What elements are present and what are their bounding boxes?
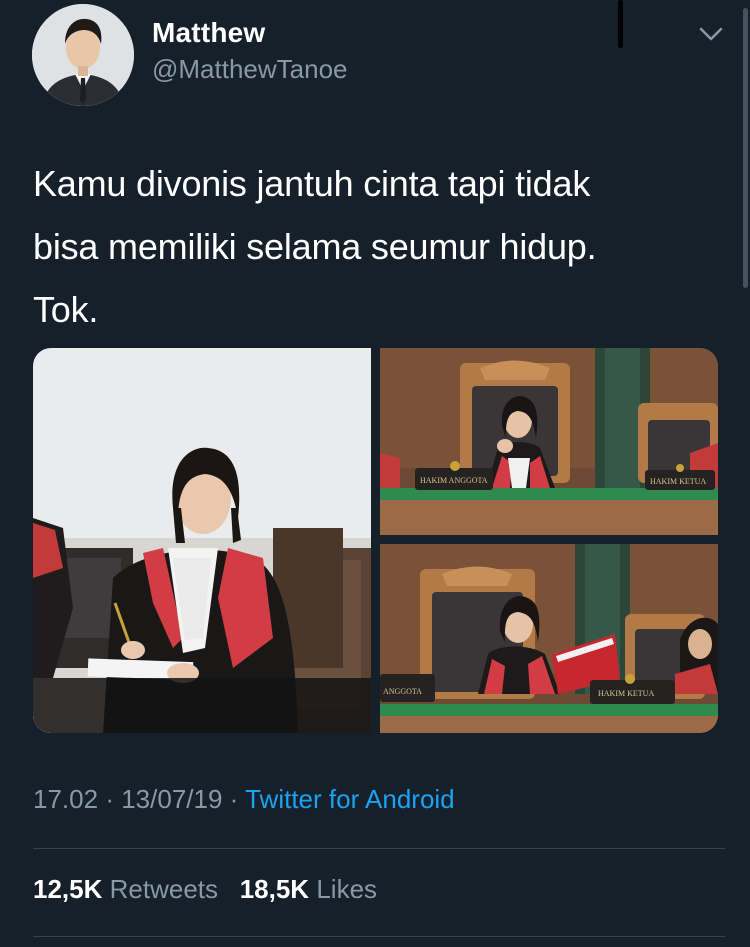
scrollbar[interactable] (743, 8, 748, 288)
plaque-anggota: ANGGOTA (383, 687, 422, 696)
tweet-meta: 17.02 · 13/07/19 · Twitter for Android (33, 784, 455, 815)
plaque-hakim-anggota: HAKIM ANGGOTA (420, 476, 488, 485)
photo-judges-bench-top[interactable]: HAKIM ANGGOTA HAKIM KETUA (380, 348, 718, 535)
tweet-text-line: Tok. (33, 289, 99, 330)
tweet-text-line: bisa memiliki selama seumur hidup. (33, 226, 597, 267)
display-name[interactable]: Matthew (152, 16, 348, 50)
retweets-count: 12,5K (33, 874, 103, 904)
tweet-stats: 12,5K Retweets 18,5K Likes (33, 874, 377, 905)
tweet-time: 17.02 (33, 784, 99, 814)
retweets-stat[interactable]: 12,5K Retweets (33, 874, 225, 904)
tweet-text: Kamu divonis jantuh cinta tapi tidak bis… (33, 152, 723, 341)
plaque-hakim-ketua: HAKIM KETUA (650, 477, 706, 486)
user-handle[interactable]: @MatthewTanoe (152, 52, 348, 86)
likes-count: 18,5K (239, 874, 310, 904)
tweet-text-line: Kamu divonis jantuh cinta tapi tidak (33, 163, 591, 204)
chevron-down-icon[interactable] (697, 24, 725, 44)
divider (33, 848, 725, 849)
avatar[interactable] (32, 4, 134, 106)
plaque-hakim-ketua-2: HAKIM KETUA (598, 689, 654, 698)
tweet-header: Matthew @MatthewTanoe (32, 2, 732, 106)
likes-stat[interactable]: 18,5K Likes (240, 874, 377, 904)
photo-judge-writing[interactable] (33, 348, 371, 733)
media-grid: HAKIM ANGGOTA HAKIM KETUA ANGGOTA HAKIM … (33, 348, 718, 733)
meta-separator: · (105, 784, 114, 814)
likes-label: Likes (316, 874, 378, 904)
author-names: Matthew @MatthewTanoe (152, 16, 348, 86)
retweets-label: Retweets (109, 874, 219, 904)
tweet-source-link[interactable]: Twitter for Android (245, 784, 455, 814)
photo-judges-bench-bottom[interactable]: ANGGOTA HAKIM KETUA (380, 544, 718, 733)
meta-separator: · (229, 784, 239, 814)
divider (33, 936, 725, 937)
tweet-date: 13/07/19 (121, 784, 223, 814)
